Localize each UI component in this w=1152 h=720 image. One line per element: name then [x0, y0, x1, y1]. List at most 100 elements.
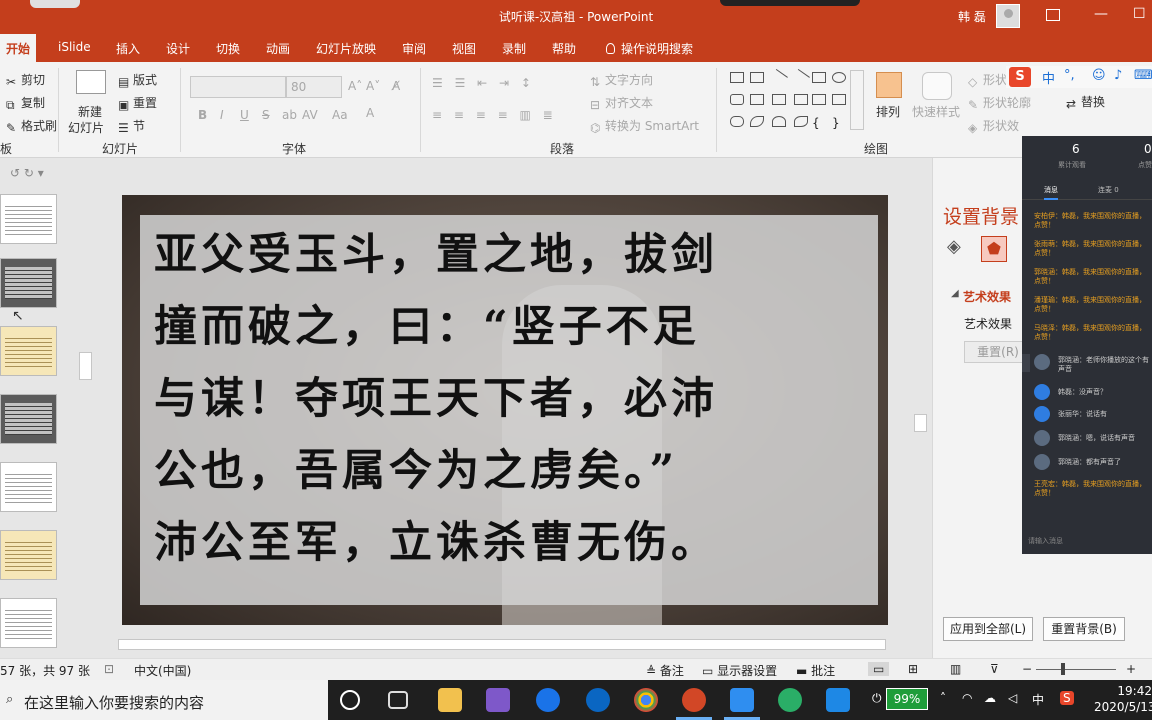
chat-tab-messages[interactable]: 消息: [1044, 185, 1058, 200]
shadow-button[interactable]: ab: [282, 108, 297, 122]
thumbnail-scroll-thumb[interactable]: [79, 352, 92, 380]
tab-view[interactable]: 视图: [452, 40, 476, 57]
maximize-button[interactable]: ☐: [1133, 6, 1146, 22]
taskbar-search-input[interactable]: 在这里输入你要搜索的内容: [24, 692, 204, 713]
ime-mode-label[interactable]: 中: [1042, 68, 1055, 87]
reading-view-icon[interactable]: ▥: [950, 662, 961, 676]
display-settings-button[interactable]: ▭ 显示器设置: [702, 662, 777, 679]
tray-chevron-icon[interactable]: ˄: [940, 691, 946, 705]
font-name-select[interactable]: [190, 76, 286, 98]
normal-view-icon[interactable]: ▭: [868, 662, 890, 676]
slide-thumbnail[interactable]: [0, 598, 57, 648]
copy-button[interactable]: ⧉ 复制: [6, 94, 45, 112]
tab-record[interactable]: 录制: [502, 40, 526, 57]
punctuation-icon[interactable]: °,: [1064, 68, 1075, 83]
shape-fill-button[interactable]: ◇ 形状: [968, 71, 1007, 89]
font-color-icon[interactable]: A: [366, 106, 374, 120]
horizontal-scrollbar[interactable]: [100, 637, 915, 652]
wifi-icon[interactable]: ◠: [962, 691, 972, 705]
tab-review[interactable]: 审阅: [402, 40, 426, 57]
edge-browser-icon[interactable]: [586, 688, 610, 712]
layout-button[interactable]: ▤ 版式: [118, 71, 157, 89]
visual-studio-icon[interactable]: [486, 688, 510, 712]
text-direction-button[interactable]: ⇅ 文字方向: [590, 71, 653, 89]
slide-thumbnail[interactable]: [0, 530, 57, 580]
new-slide-icon[interactable]: [76, 70, 106, 94]
horizontal-scroll-thumb[interactable]: [118, 639, 886, 650]
language-indicator[interactable]: 中文(中国): [134, 662, 191, 679]
lark-app-icon[interactable]: [536, 688, 560, 712]
slide-scroll-thumb[interactable]: [914, 414, 927, 432]
bold-button[interactable]: B: [198, 108, 207, 122]
tab-design[interactable]: 设计: [166, 40, 190, 57]
effects-pentagon-icon[interactable]: ⬟: [981, 236, 1007, 262]
wechat-icon[interactable]: [778, 688, 802, 712]
tab-transitions[interactable]: 切换: [216, 40, 240, 57]
tab-insert[interactable]: 插入: [116, 40, 140, 57]
reset-background-button[interactable]: 重置背景(B): [1043, 617, 1125, 641]
quick-styles-button[interactable]: 快速样式: [912, 103, 960, 120]
slide-thumbnail[interactable]: [0, 326, 57, 376]
arrange-icon[interactable]: [876, 72, 902, 98]
clock[interactable]: 19:42 2020/5/13: [1094, 683, 1152, 715]
strikethrough-button[interactable]: S: [262, 108, 270, 122]
grow-font-icon[interactable]: A˄ A˅: [348, 79, 380, 93]
section-button[interactable]: ☰ 节: [118, 117, 145, 135]
zoom-slider-knob[interactable]: [1061, 663, 1065, 675]
chat-input[interactable]: 请输入消息: [1028, 536, 1063, 546]
ribbon-display-options-icon[interactable]: [1046, 9, 1060, 21]
slide-thumbnail[interactable]: [0, 258, 57, 308]
comments-button[interactable]: ▬ 批注: [796, 662, 835, 679]
emoji-icon[interactable]: ☺: [1092, 68, 1106, 83]
cloud-icon[interactable]: ☁: [984, 691, 996, 705]
shape-effects-button[interactable]: ◈ 形状效: [968, 117, 1019, 135]
list-buttons[interactable]: ☰ ☰ ⇤ ⇥ ↕: [432, 76, 535, 90]
powerpoint-taskbar-icon[interactable]: [676, 688, 712, 720]
italic-button[interactable]: I: [220, 108, 224, 122]
slideshow-view-icon[interactable]: ⊽: [990, 662, 999, 676]
artistic-effects-section[interactable]: 艺术效果: [963, 288, 1011, 305]
arrange-button[interactable]: 排列: [876, 103, 900, 120]
microphone-icon[interactable]: ♪: [1114, 68, 1122, 83]
keyboard-icon[interactable]: ⌨: [1134, 68, 1152, 83]
user-avatar[interactable]: [996, 4, 1020, 28]
apply-to-all-button[interactable]: 应用到全部(L): [943, 617, 1033, 641]
change-case-button[interactable]: Aa: [332, 108, 348, 122]
tab-islide[interactable]: iSlide: [58, 40, 91, 54]
slide-canvas[interactable]: 亚父受玉斗，置之地，拔剑 撞而破之，曰：“竖子不足 与谋！夺项王天下者，必沛 公…: [122, 195, 888, 625]
cortana-icon[interactable]: [340, 690, 360, 710]
tab-help[interactable]: 帮助: [552, 40, 576, 57]
feishu-taskbar-icon[interactable]: [724, 688, 760, 720]
format-painter-button[interactable]: ✎ 格式刷: [6, 117, 57, 135]
chat-tab-mic[interactable]: 连麦 0: [1098, 185, 1119, 195]
battery-indicator[interactable]: 99%: [886, 688, 928, 710]
tab-home[interactable]: 开始: [0, 34, 37, 62]
char-spacing-button[interactable]: AV: [302, 108, 318, 122]
slide-scrollbar[interactable]: [912, 192, 929, 632]
slide-sorter-icon[interactable]: ⊞: [908, 662, 918, 676]
thumbnail-scrollbar[interactable]: [77, 192, 94, 654]
chrome-browser-icon[interactable]: [634, 688, 658, 712]
notes-button[interactable]: ≜ 备注: [646, 662, 684, 679]
replace-button[interactable]: ⇄ 替换: [1066, 93, 1105, 111]
slide-textbox[interactable]: 亚父受玉斗，置之地，拔剑 撞而破之，曰：“竖子不足 与谋！夺项王天下者，必沛 公…: [140, 215, 878, 605]
zoom-slider[interactable]: [1036, 669, 1116, 670]
tab-animations[interactable]: 动画: [266, 40, 290, 57]
slide-thumbnail[interactable]: [0, 462, 57, 512]
collapse-chat-handle[interactable]: [1022, 354, 1030, 372]
task-view-icon[interactable]: [388, 691, 408, 709]
underline-button[interactable]: U: [240, 108, 249, 122]
slide-thumbnail[interactable]: [0, 194, 57, 244]
font-size-select[interactable]: 80: [286, 76, 342, 98]
cut-button[interactable]: ✂ 剪切: [6, 71, 45, 89]
calendar-app-icon[interactable]: [826, 688, 850, 712]
user-name[interactable]: 韩 磊: [958, 8, 986, 25]
undo-redo-icons[interactable]: ↺ ↻ ▾: [10, 166, 44, 180]
slide-thumbnail[interactable]: [0, 394, 57, 444]
align-buttons[interactable]: ≡ ≡ ≡ ≡ ▥ ≣: [432, 108, 557, 122]
shape-outline-button[interactable]: ✎ 形状轮廓: [968, 94, 1031, 112]
sogou-tray-icon[interactable]: S: [1060, 691, 1074, 705]
minimize-button[interactable]: —: [1094, 6, 1108, 22]
new-slide-label-2[interactable]: 幻灯片: [68, 119, 104, 136]
file-explorer-icon[interactable]: [438, 688, 462, 712]
